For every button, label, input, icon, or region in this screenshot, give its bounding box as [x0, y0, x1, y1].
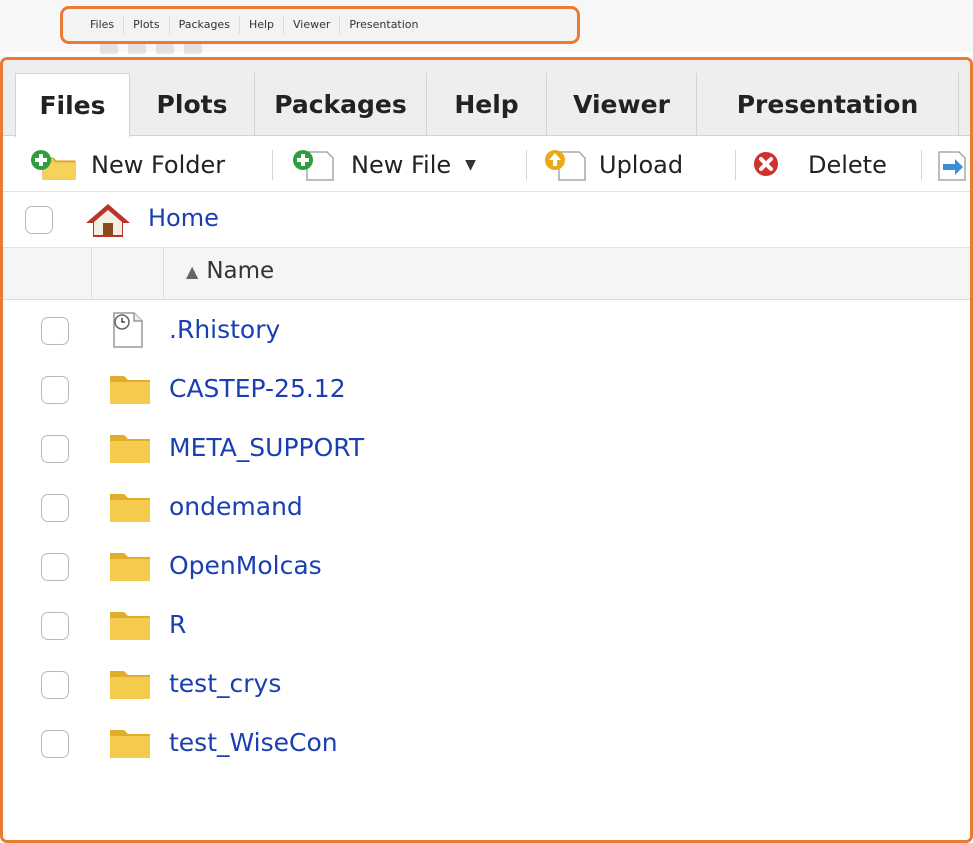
new-folder-label: New Folder — [91, 150, 226, 179]
upload-icon — [545, 149, 586, 181]
select-all-checkbox[interactable] — [25, 206, 53, 234]
new-folder-button[interactable]: New Folder — [29, 137, 225, 192]
toolbar-divider — [526, 150, 527, 180]
file-list-header: ▲ Name — [3, 248, 970, 300]
history-file-icon — [113, 312, 143, 348]
row-checkbox[interactable] — [41, 376, 69, 404]
new-file-icon — [293, 149, 334, 181]
file-row: R — [3, 596, 970, 655]
rename-button[interactable] — [935, 137, 969, 192]
thumb-toolbar-icon — [184, 44, 202, 54]
file-name-link[interactable]: OpenMolcas — [169, 551, 322, 580]
file-name-link[interactable]: .Rhistory — [169, 315, 280, 344]
thumb-toolbar-icon — [100, 44, 118, 54]
thumb-tab-files[interactable]: Files — [81, 16, 123, 34]
file-row: CASTEP-25.12 — [3, 360, 970, 419]
upload-button[interactable]: Upload — [543, 137, 683, 192]
delete-label: Delete — [808, 150, 887, 179]
file-row: META_SUPPORT — [3, 419, 970, 478]
thumb-tab-packages[interactable]: Packages — [168, 16, 239, 34]
file-row: test_crys — [3, 655, 970, 714]
column-divider — [163, 248, 164, 300]
folder-icon — [110, 671, 150, 699]
name-column-header[interactable]: ▲ Name — [186, 258, 274, 284]
file-row: .Rhistory — [3, 301, 970, 360]
breadcrumb-home-link[interactable]: Home — [148, 204, 219, 232]
toolbar-divider — [921, 150, 922, 180]
new-file-button[interactable]: New File ▼ — [291, 137, 476, 192]
thumb-tab-viewer[interactable]: Viewer — [283, 16, 339, 34]
row-checkbox[interactable] — [41, 553, 69, 581]
tab-help[interactable]: Help — [427, 73, 547, 136]
row-checkbox[interactable] — [41, 317, 69, 345]
chevron-down-icon[interactable]: ▼ — [465, 157, 476, 173]
file-list: .Rhistory CASTEP-25.12 META_SUPPORT onde… — [3, 301, 970, 773]
file-name-link[interactable]: ondemand — [169, 492, 303, 521]
name-column-label: Name — [206, 258, 275, 284]
new-folder-icon — [31, 149, 76, 179]
file-name-link[interactable]: CASTEP-25.12 — [169, 374, 346, 403]
file-name-link[interactable]: test_crys — [169, 669, 281, 698]
thumb-tab-help[interactable]: Help — [238, 16, 283, 34]
folder-icon — [110, 376, 150, 404]
column-divider — [91, 248, 92, 300]
file-row: OpenMolcas — [3, 537, 970, 596]
pane-tab-bar: Files Plots Packages Help Viewer Present… — [3, 60, 970, 137]
new-file-label: New File — [351, 150, 452, 179]
delete-button[interactable]: Delete — [752, 137, 887, 192]
tab-packages[interactable]: Packages — [255, 73, 427, 136]
delete-icon — [754, 151, 778, 176]
toolbar-divider — [735, 150, 736, 180]
folder-icon — [110, 494, 150, 522]
highlighted-tab-strip: Files Plots Packages Help Viewer Present… — [60, 6, 580, 44]
row-checkbox[interactable] — [41, 494, 69, 522]
file-row: test_WiseCon — [3, 714, 970, 773]
thumb-toolbar-icon — [156, 44, 174, 54]
file-row: ondemand — [3, 478, 970, 537]
file-name-link[interactable]: META_SUPPORT — [169, 433, 364, 462]
row-checkbox[interactable] — [41, 612, 69, 640]
thumb-toolbar-icon — [128, 44, 146, 54]
upload-label: Upload — [599, 150, 684, 179]
tab-presentation[interactable]: Presentation — [697, 73, 959, 136]
files-toolbar: New Folder New File ▼ Upload Delete — [3, 137, 970, 192]
row-checkbox[interactable] — [41, 435, 69, 463]
toolbar-divider — [272, 150, 273, 180]
folder-icon — [110, 435, 150, 463]
tab-plots[interactable]: Plots — [130, 73, 255, 136]
folder-icon — [110, 612, 150, 640]
folder-icon — [110, 553, 150, 581]
row-checkbox[interactable] — [41, 671, 69, 699]
row-checkbox[interactable] — [41, 730, 69, 758]
home-icon[interactable] — [83, 201, 133, 239]
thumb-tab-presentation[interactable]: Presentation — [339, 16, 427, 34]
thumb-tab-plots[interactable]: Plots — [123, 16, 168, 34]
folder-icon — [110, 730, 150, 758]
rename-icon — [938, 150, 966, 181]
tab-viewer[interactable]: Viewer — [547, 73, 697, 136]
sort-ascending-icon: ▲ — [186, 261, 199, 281]
thumb-toolbar — [100, 44, 260, 54]
file-name-link[interactable]: R — [169, 610, 186, 639]
files-pane: Files Plots Packages Help Viewer Present… — [0, 57, 973, 843]
thumbnail-strip: Files Plots Packages Help Viewer Present… — [0, 0, 973, 54]
breadcrumb: Home — [3, 193, 970, 248]
tab-files[interactable]: Files — [15, 73, 130, 137]
file-name-link[interactable]: test_WiseCon — [169, 728, 338, 757]
